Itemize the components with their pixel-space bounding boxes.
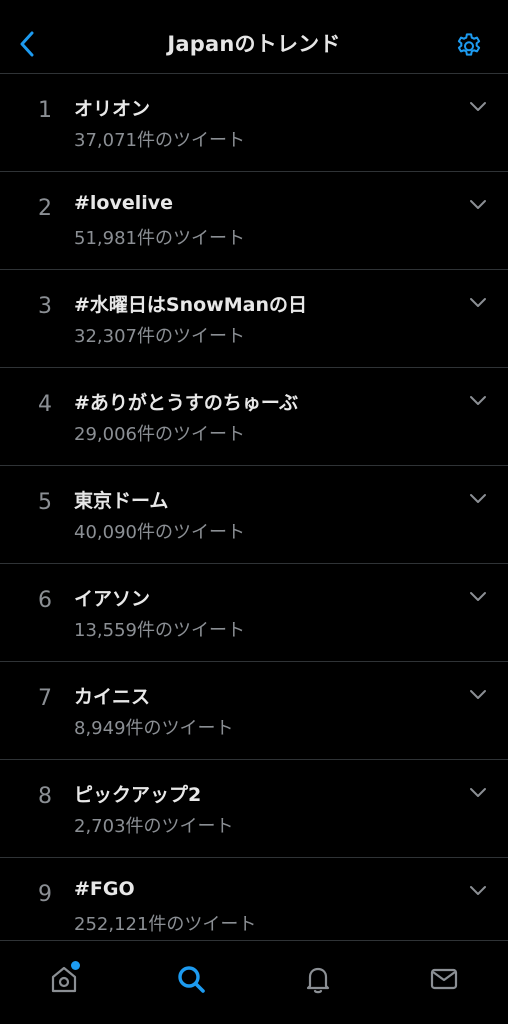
settings-button[interactable] [452, 28, 486, 62]
tweet-count: 2,703件のツイート [74, 816, 234, 837]
trend-item[interactable]: 5 東京ドーム 40,090件のツイート [0, 466, 508, 564]
trend-rank: 7 [38, 686, 52, 711]
trend-rank: 2 [38, 196, 52, 221]
tweet-count: 37,071件のツイート [74, 130, 245, 151]
notification-dot [71, 961, 80, 970]
chevron-down-icon[interactable] [468, 98, 488, 114]
trend-item[interactable]: 8 ピックアップ2 2,703件のツイート [0, 760, 508, 858]
trend-item[interactable]: 4 #ありがとうすのちゅーぶ 29,006件のツイート [0, 368, 508, 466]
chevron-down-icon[interactable] [468, 784, 488, 800]
trend-rank: 6 [38, 588, 52, 613]
trend-item[interactable]: 3 #水曜日はSnowManの日 32,307件のツイート [0, 270, 508, 368]
trend-name: #ありがとうすのちゅーぶ [74, 392, 299, 414]
trend-rank: 1 [38, 98, 52, 123]
trend-name: オリオン [74, 98, 151, 120]
chevron-down-icon[interactable] [468, 588, 488, 604]
tweet-count: 13,559件のツイート [74, 620, 245, 641]
mail-icon [430, 968, 458, 990]
trend-item[interactable]: 6 イアソン 13,559件のツイート [0, 564, 508, 662]
gear-icon [457, 33, 481, 56]
trend-name: ピックアップ2 [74, 784, 202, 806]
tweet-count: 252,121件のツイート [74, 914, 257, 935]
trend-rank: 3 [38, 294, 52, 319]
trend-rank: 4 [38, 392, 52, 417]
trend-name: #lovelive [74, 192, 174, 214]
trend-item[interactable]: 2 #lovelive 51,981件のツイート [0, 172, 508, 270]
tweet-count: 40,090件のツイート [74, 522, 245, 543]
trend-name: 東京ドーム [74, 490, 169, 512]
chevron-down-icon[interactable] [468, 686, 488, 702]
chevron-down-icon[interactable] [468, 392, 488, 408]
tab-messages[interactable] [424, 959, 464, 999]
tweet-count: 32,307件のツイート [74, 326, 245, 347]
tab-notifications[interactable] [298, 959, 338, 999]
top-bar: Japanのトレンド [0, 0, 508, 74]
trend-name: #FGO [74, 878, 135, 900]
chevron-down-icon[interactable] [468, 490, 488, 506]
search-icon [178, 966, 205, 993]
tweet-count: 51,981件のツイート [74, 228, 245, 249]
tweet-count: 8,949件のツイート [74, 718, 234, 739]
page-title: Japanのトレンド [167, 32, 341, 56]
trend-list: 1 オリオン 37,071件のツイート 2 #lovelive 51,981件のツイート 3… [0, 74, 508, 956]
tab-search[interactable] [171, 959, 211, 999]
trend-rank: 9 [38, 882, 52, 907]
tab-home[interactable] [44, 959, 84, 999]
trend-rank: 8 [38, 784, 52, 809]
trend-item[interactable]: 7 カイニス 8,949件のツイート [0, 662, 508, 760]
chevron-down-icon[interactable] [468, 882, 488, 898]
trend-name: イアソン [74, 588, 151, 610]
trend-rank: 5 [38, 490, 52, 515]
trend-name: カイニス [74, 686, 151, 708]
trend-name: #水曜日はSnowManの日 [74, 294, 307, 316]
trend-item[interactable]: 1 オリオン 37,071件のツイート [0, 74, 508, 172]
chevron-down-icon[interactable] [468, 294, 488, 310]
tweet-count: 29,006件のツイート [74, 424, 245, 445]
bell-icon [306, 967, 330, 994]
chevron-down-icon[interactable] [468, 196, 488, 212]
bottom-tab-bar [0, 940, 508, 1024]
